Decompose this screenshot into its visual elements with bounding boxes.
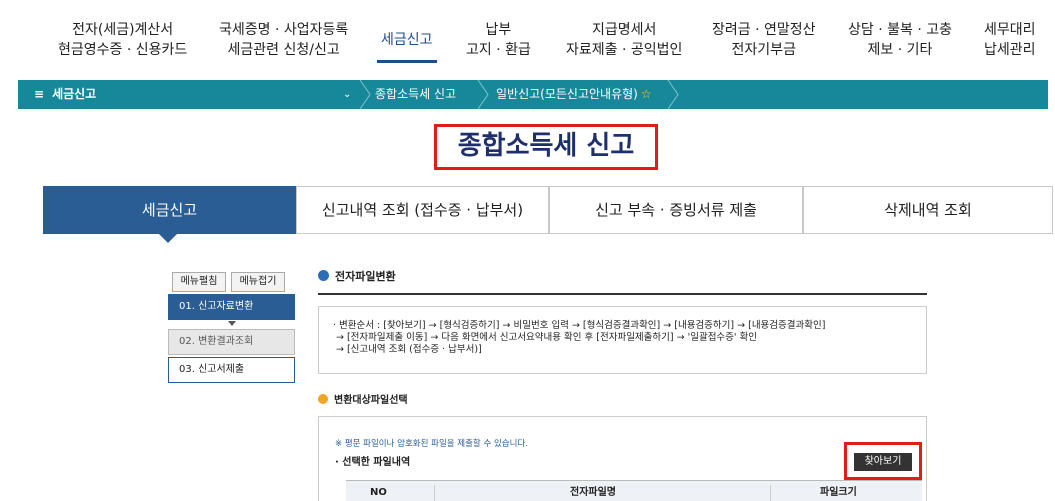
nav-label-line1: 상담 · 불복 · 고충 (848, 22, 952, 38)
menu-expand-button[interactable]: 메뉴펼침 (172, 272, 226, 292)
nav-label-line1: 세무대리 (984, 22, 1036, 38)
nav-label-line2: 자료제출 · 공익법인 (566, 42, 683, 58)
file-note: ※ 평문 파일이나 암호화된 파일을 제출할 수 있습니다. (335, 439, 528, 449)
nav-label-line2: 납세관리 (984, 42, 1036, 58)
tab-deleted-history[interactable]: 삭제내역 조회 (803, 186, 1053, 234)
tab-tax-filing[interactable]: 세금신고 (43, 186, 296, 234)
nav-label-line1: 지급명세서 (591, 22, 657, 38)
column-header-filename: 전자파일명 (570, 487, 616, 498)
star-icon[interactable]: ☆ (641, 87, 652, 101)
top-nav: 전자(세금)계산서 현금영수증 · 신용카드 국세증명 · 사업자등록 세금관련… (0, 0, 1055, 78)
nav-label-line1: 국세증명 · 사업자등록 (219, 22, 349, 38)
find-button-highlight: 찾아보기 (844, 442, 922, 480)
menu-toggle[interactable]: ≡ 세금신고 (34, 80, 96, 109)
section-title-file-conversion: 전자파일변환 (318, 268, 396, 284)
nav-label-line1: 세금신고 (381, 32, 433, 48)
breadcrumb-separator-icon (476, 80, 490, 109)
steps-line: → [전자파일제출 이동] → 다음 화면에서 신고서요약내용 확인 후 [전자… (336, 332, 758, 343)
nav-tax-agent[interactable]: 세무대리 납세관리 (984, 20, 1036, 60)
menu-collapse-button[interactable]: 메뉴접기 (231, 272, 285, 292)
nav-label-line2: 고지 · 환급 (466, 42, 531, 58)
conversion-steps-box: · 변환순서 : [찾아보기] → [형식검증하기] → 비밀번호 입력 → [… (318, 306, 927, 374)
section-title-file-select: 변환대상파일선택 (318, 391, 408, 406)
breadcrumb-item-current[interactable]: 일반신고(모든신고안내유형) ☆ (496, 80, 652, 109)
step-submit-return[interactable]: 03. 신고서제출 (168, 357, 295, 383)
breadcrumb-separator-icon (358, 80, 372, 109)
selected-files-label: · 선택한 파일내역 (335, 457, 411, 468)
menu-label: 세금신고 (52, 87, 97, 101)
nav-e-invoice[interactable]: 전자(세금)계산서 현금영수증 · 신용카드 (58, 20, 187, 60)
column-header-filesize: 파일크기 (820, 487, 857, 498)
column-divider (434, 485, 435, 501)
breadcrumb-bar: ≡ 세금신고 ⌄ 종합소득세 신고 일반신고(모든신고안내유형) ☆ (18, 80, 1048, 109)
nav-label-line2: 세금관련 신청/신고 (227, 42, 340, 58)
bullet-icon (318, 394, 328, 404)
nav-label-line1: 전자(세금)계산서 (72, 22, 174, 38)
step-check-result[interactable]: 02. 변환결과조회 (168, 329, 295, 355)
chevron-down-icon[interactable]: ⌄ (343, 80, 351, 109)
nav-consultation[interactable]: 상담 · 불복 · 고충 제보 · 기타 (848, 20, 952, 60)
column-header-no: NO (370, 487, 387, 498)
section-title-label: 전자파일변환 (335, 270, 396, 283)
breadcrumb-item[interactable]: 종합소득세 신고 (375, 80, 456, 109)
nav-label-line1: 납부 (485, 22, 512, 38)
steps-line: · 변환순서 : [찾아보기] → [형식검증하기] → 비밀번호 입력 → [… (333, 320, 826, 331)
bullet-icon (318, 270, 329, 281)
section-divider (318, 293, 927, 295)
nav-label-line2: 제보 · 기타 (867, 42, 933, 58)
section-title-label: 변환대상파일선택 (334, 395, 408, 406)
file-select-box: ※ 평문 파일이나 암호화된 파일을 제출할 수 있습니다. · 선택한 파일내… (318, 416, 927, 501)
nav-label-line2: 현금영수증 · 신용카드 (58, 42, 188, 58)
nav-incentive[interactable]: 장려금 · 연말정산 전자기부금 (712, 20, 816, 60)
browse-button[interactable]: 찾아보기 (854, 453, 912, 471)
breadcrumb-label: 일반신고(모든신고안내유형) (496, 87, 638, 101)
steps-line: → [신고내역 조회 (접수증 · 납부서)] (336, 344, 482, 355)
nav-label-line1: 장려금 · 연말정산 (712, 22, 816, 38)
step-convert-data[interactable]: 01. 신고자료변환 (168, 294, 295, 320)
nav-tax-filing[interactable]: 세금신고 (377, 30, 437, 63)
breadcrumb-separator-icon (666, 80, 680, 109)
tab-filing-history[interactable]: 신고내역 조회 (접수증 · 납부서) (296, 186, 549, 234)
file-table-header: NO 전자파일명 파일크기 (346, 480, 922, 501)
column-divider (770, 485, 771, 501)
nav-payment-statement[interactable]: 지급명세서 자료제출 · 공익법인 (566, 20, 682, 60)
nav-certificate[interactable]: 국세증명 · 사업자등록 세금관련 신청/신고 (219, 20, 348, 60)
nav-label-line2: 전자기부금 (731, 42, 796, 58)
hamburger-icon: ≡ (34, 87, 45, 101)
nav-payment[interactable]: 납부 고지 · 환급 (466, 20, 531, 60)
step-arrow-icon (228, 321, 236, 326)
tab-attachments[interactable]: 신고 부속 · 증빙서류 제출 (549, 186, 803, 234)
tab-active-indicator (158, 233, 178, 243)
page-title: 종합소득세 신고 (434, 124, 658, 170)
